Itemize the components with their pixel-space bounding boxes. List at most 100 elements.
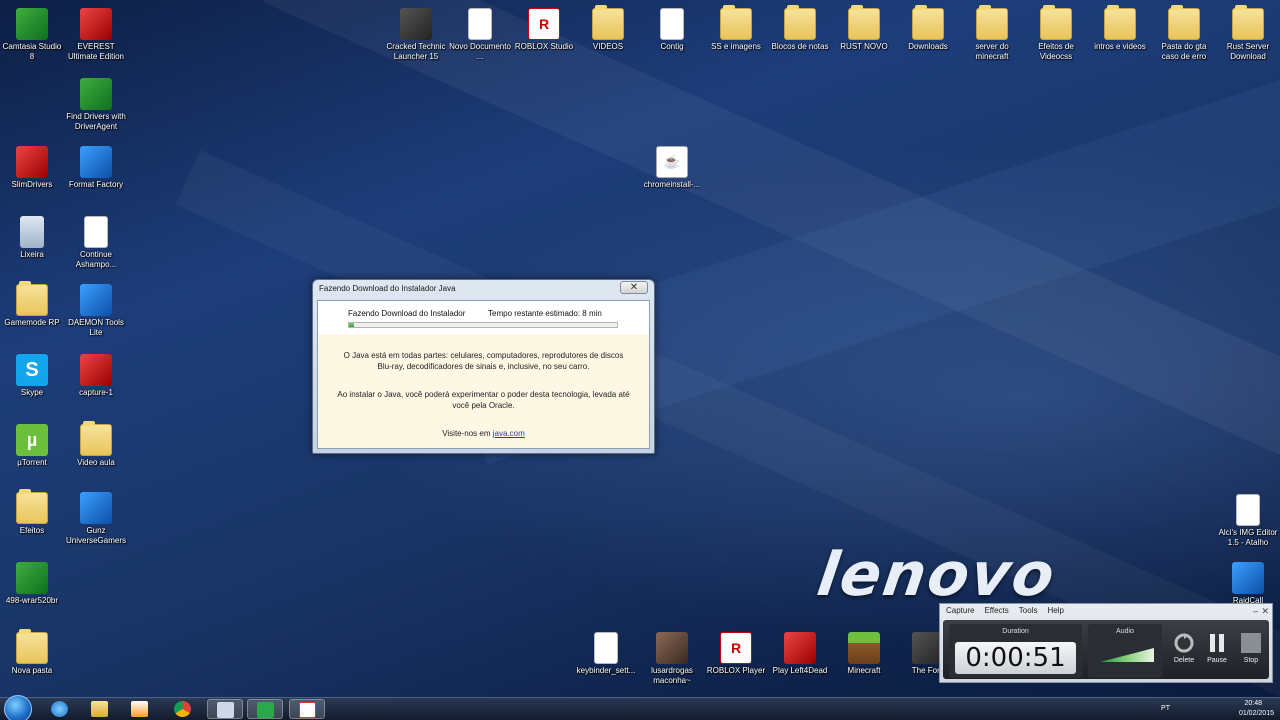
recorder-controls: Duration 0:00:51 Audio Delete Pause Stop [943, 620, 1269, 679]
desktop-icon[interactable]: lusardrogas maconha~ [640, 632, 704, 686]
desktop-icon[interactable]: Minecraft [832, 632, 896, 676]
taskbar-media-player[interactable] [122, 699, 158, 719]
desktop-icon-label: Gunz UniverseGamers [65, 526, 126, 545]
folder-icon [16, 629, 48, 664]
taskbar-internet-explorer[interactable] [42, 699, 78, 719]
duration-label: Duration [1002, 628, 1029, 635]
desktop-icon-label: lusardrogas maconha~ [651, 666, 693, 685]
download-status-area: Fazendo Download do Instalador Tempo res… [318, 301, 649, 334]
skype-icon: S [16, 354, 48, 386]
menu-capture[interactable]: Capture [946, 604, 974, 618]
chrome-icon [174, 701, 191, 717]
folder-icon [16, 281, 48, 316]
taskbar-java-installer[interactable] [289, 699, 325, 719]
desktop-icon-label: Alci's IMG Editor 1.5 - Atalho [1218, 528, 1278, 547]
left4dead-icon [784, 632, 816, 664]
stop-label: Stop [1243, 657, 1259, 664]
dialog-body: Fazendo Download do Instalador Tempo res… [317, 300, 650, 449]
gunz-icon [80, 492, 112, 524]
ashampoo-icon [84, 216, 108, 248]
desktop-icon[interactable]: VIDEOS [576, 5, 640, 52]
desktop-icon-label: Video aula [77, 458, 115, 467]
desktop-icon[interactable]: R ROBLOX Studio [512, 8, 576, 52]
desktop-icon-label: Camtasia Studio 8 [2, 42, 62, 61]
desktop-icon[interactable]: Novo Documento ... [448, 8, 512, 62]
desktop-icon[interactable]: Cracked Technic Launcher 15 [384, 8, 448, 62]
menu-effects[interactable]: Effects [984, 604, 1008, 618]
taskbar-explorer[interactable] [82, 699, 118, 719]
menu-tools[interactable]: Tools [1019, 604, 1038, 618]
desktop-icon[interactable]: Gunz UniverseGamers [64, 492, 128, 546]
slimdrivers-icon [16, 146, 48, 178]
explorer-icon [91, 701, 108, 717]
pause-button[interactable]: Pause [1203, 632, 1231, 664]
desktop-icon-label: Pasta do gta caso de erro [1161, 42, 1207, 61]
desktop-icon[interactable]: EVEREST Ultimate Edition [64, 8, 128, 62]
stop-icon [1240, 632, 1262, 654]
desktop-icon[interactable]: Alci's IMG Editor 1.5 - Atalho [1216, 494, 1280, 548]
java-download-dialog[interactable]: Fazendo Download do Instalador Java ✕ Fa… [312, 279, 655, 454]
desktop-icon[interactable]: Blocos de notas [768, 5, 832, 52]
desktop-icon[interactable]: SS e imagens [704, 5, 768, 52]
desktop-icon[interactable]: Play Left4Dead [768, 632, 832, 676]
java-installer-icon [299, 702, 316, 718]
desktop-icon[interactable]: Contig [640, 8, 704, 52]
winrar-icon [16, 562, 48, 594]
minimize-icon[interactable]: – [1253, 606, 1258, 616]
desktop-icon[interactable]: Nova pasta [0, 629, 64, 676]
java-com-link[interactable]: java.com [493, 429, 525, 438]
language-indicator[interactable]: PT [1161, 705, 1170, 712]
desktop-icon[interactable]: server do minecraft [960, 5, 1024, 62]
desktop-icon-label: chromeinstall-... [643, 180, 701, 189]
stop-button[interactable]: Stop [1237, 632, 1265, 664]
delete-button[interactable]: Delete [1170, 632, 1198, 664]
desktop-icon-label: Lixeira [20, 250, 44, 259]
desktop-icon[interactable]: Pasta do gta caso de erro [1152, 5, 1216, 62]
desktop-icon-label: keybinder_sett... [576, 666, 636, 675]
desktop-icon[interactable]: intros e videos [1088, 5, 1152, 52]
minecraft-icon [848, 632, 880, 664]
taskbar-camtasia-studio[interactable] [247, 699, 283, 719]
desktop-icon[interactable]: Format Factory [64, 146, 128, 190]
taskbar-chrome[interactable] [165, 699, 201, 719]
desktop-icon[interactable]: 498-wrar520br [0, 562, 64, 606]
desktop-icon[interactable]: Downloads [896, 5, 960, 52]
desktop-icon[interactable]: ☕ chromeinstall-... [640, 146, 704, 190]
taskbar: PT 20:48 01/02/2015 [0, 695, 1280, 720]
desktop-icon[interactable]: RUST NOVO [832, 5, 896, 52]
desktop-icon[interactable]: RaidCall [1216, 562, 1280, 606]
desktop-icon[interactable]: Video aula [64, 421, 128, 468]
download-status: Fazendo Download do Instalador [348, 309, 466, 318]
desktop-icon[interactable]: R ROBLOX Player [704, 632, 768, 676]
desktop-icon[interactable]: Find Drivers with DriverAgent [64, 78, 128, 132]
desktop-icon-label: ROBLOX Studio [514, 42, 574, 51]
desktop-icon-label: RUST NOVO [840, 42, 888, 51]
menu-help[interactable]: Help [1047, 604, 1063, 618]
camtasia-recorder-panel[interactable]: Capture Effects Tools Help – ✕ Duration … [939, 603, 1273, 683]
desktop-icon[interactable]: SlimDrivers [0, 146, 64, 190]
close-icon[interactable]: ✕ [1261, 606, 1269, 617]
desktop-icon[interactable]: Gamemode RP [0, 281, 64, 328]
desktop-icon[interactable]: Rust Server Download [1216, 5, 1280, 62]
desktop-icon-label: Skype [20, 388, 44, 397]
dialog-title: Fazendo Download do Instalador Java [319, 284, 456, 293]
desktop-icon[interactable]: Efeitos de Videocss [1024, 5, 1088, 62]
desktop-icon[interactable]: S Skype [0, 354, 64, 398]
desktop-icon[interactable]: DAEMON Tools Lite [64, 284, 128, 338]
desktop-icon[interactable]: Continue Ashampo... [64, 216, 128, 270]
start-button[interactable] [4, 695, 32, 720]
desktop-icon[interactable]: Camtasia Studio 8 [0, 8, 64, 62]
desktop-icon[interactable]: keybinder_sett... [574, 632, 638, 676]
desktop-icon[interactable]: Efeitos [0, 489, 64, 536]
desktop-icon[interactable]: µ µTorrent [0, 424, 64, 468]
desktop-icon[interactable]: Lixeira [0, 216, 64, 260]
close-button[interactable]: ✕ [620, 281, 648, 294]
desktop-icon-label: Downloads [908, 42, 948, 51]
clock-time[interactable]: 20:48 [1244, 700, 1262, 707]
desktop-icon-label: Play Left4Dead [772, 666, 828, 675]
camtasia-recorder-icon [217, 702, 234, 718]
clock-date[interactable]: 01/02/2015 [1239, 710, 1274, 717]
taskbar-camtasia-recorder[interactable] [207, 699, 243, 719]
desktop-icon[interactable]: capture-1 [64, 354, 128, 398]
document-icon [468, 8, 492, 40]
